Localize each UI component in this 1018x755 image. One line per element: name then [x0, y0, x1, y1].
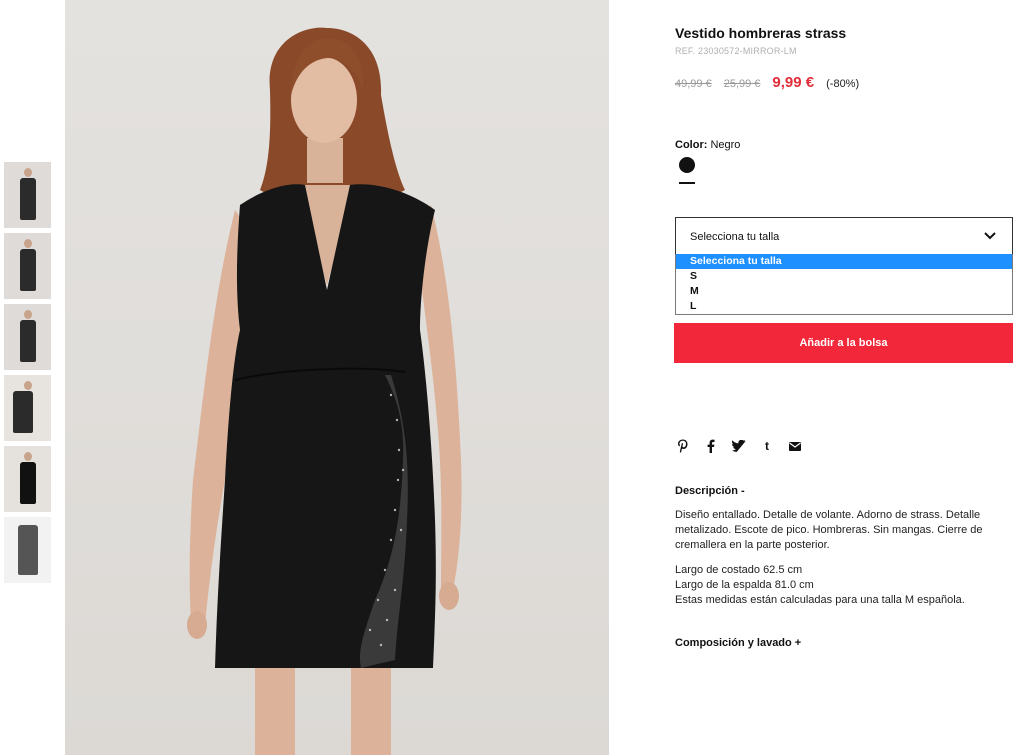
measure-line-2: Largo de la espalda 81.0 cm	[675, 579, 814, 591]
thumbnail-gallery	[4, 162, 51, 588]
price-row: 49,99 € 25,99 € 9,99 € (-80%)	[675, 74, 859, 91]
description-toggle[interactable]: Descripción -	[675, 485, 745, 497]
size-options-list: Selecciona tu talla S M L	[675, 254, 1013, 315]
description-body: Diseño entallado. Detalle de volante. Ad…	[675, 508, 1015, 608]
size-option-l[interactable]: L	[676, 299, 1012, 314]
pinterest-icon[interactable]	[675, 438, 691, 454]
thumbnail-1[interactable]	[4, 162, 51, 228]
thumbnail-4[interactable]	[4, 375, 51, 441]
share-bar: t	[675, 438, 803, 454]
thumbnail-5[interactable]	[4, 446, 51, 512]
size-option-s[interactable]: S	[676, 269, 1012, 284]
color-label: Color:	[675, 139, 708, 151]
facebook-icon[interactable]	[703, 438, 719, 454]
thumbnail-2[interactable]	[4, 233, 51, 299]
color-label-row: Color: Negro	[675, 139, 740, 151]
chevron-down-icon	[984, 229, 996, 243]
measure-line-3: Estas medidas están calculadas para una …	[675, 594, 965, 606]
model-photo	[187, 27, 462, 755]
size-select[interactable]: Selecciona tu talla	[675, 217, 1013, 255]
discount-badge: (-80%)	[826, 78, 860, 90]
size-option-placeholder[interactable]: Selecciona tu talla	[676, 254, 1012, 269]
product-ref: REF. 23030572-MIRROR-LM	[675, 46, 797, 56]
description-text: Diseño entallado. Detalle de volante. Ad…	[675, 509, 983, 551]
twitter-icon[interactable]	[731, 438, 747, 454]
color-swatch-negro[interactable]	[679, 157, 695, 173]
thumbnail-3[interactable]	[4, 304, 51, 370]
composition-toggle[interactable]: Composición y lavado +	[675, 637, 801, 649]
price-current: 9,99 €	[772, 74, 815, 91]
swatch-selected-indicator	[679, 182, 695, 184]
price-original: 49,99 €	[675, 78, 712, 90]
email-icon[interactable]	[787, 438, 803, 454]
add-to-bag-button[interactable]: Añadir a la bolsa	[674, 323, 1013, 363]
size-select-value: Selecciona tu talla	[690, 231, 780, 243]
measure-line-1: Largo de costado 62.5 cm	[675, 564, 803, 576]
price-previous: 25,99 €	[723, 78, 761, 90]
thumbnail-6[interactable]	[4, 517, 51, 583]
product-title: Vestido hombreras strass	[675, 25, 847, 41]
product-main-image[interactable]	[65, 0, 609, 755]
size-option-m[interactable]: M	[676, 284, 1012, 299]
color-value: Negro	[710, 139, 741, 151]
tumblr-icon[interactable]: t	[759, 438, 775, 454]
